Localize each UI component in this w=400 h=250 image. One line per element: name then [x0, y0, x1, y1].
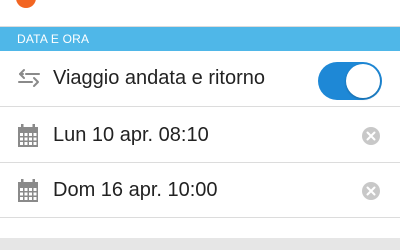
return-date-row[interactable]: Dom 16 apr. 10:00 [0, 163, 400, 218]
swap-arrows-icon [18, 69, 40, 87]
previous-row [0, 0, 400, 27]
outbound-date-value: Lun 10 apr. 08:10 [53, 124, 209, 146]
calendar-icon [18, 124, 38, 147]
round-trip-label: Viaggio andata e ritorno [53, 67, 266, 89]
calendar-icon [18, 179, 38, 202]
round-trip-toggle[interactable] [318, 62, 382, 100]
bottom-button-area[interactable] [0, 238, 400, 250]
toggle-knob [346, 64, 380, 98]
clear-return-icon[interactable] [361, 181, 381, 201]
clear-outbound-icon[interactable] [361, 126, 381, 146]
orange-dot-icon [16, 0, 36, 8]
outbound-date-row[interactable]: Lun 10 apr. 08:10 [0, 108, 400, 163]
return-date-value: Dom 16 apr. 10:00 [53, 179, 218, 201]
section-header-date-time: DATA E ORA [0, 27, 400, 51]
